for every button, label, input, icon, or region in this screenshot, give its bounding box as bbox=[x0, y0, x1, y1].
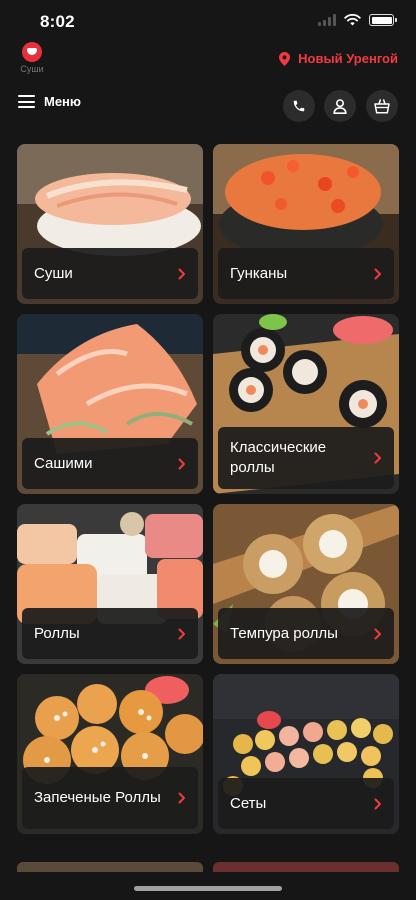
city-selector[interactable]: Новый Уренгой bbox=[279, 51, 398, 66]
category-label: Классические роллы bbox=[230, 439, 327, 476]
chevron-right-icon bbox=[178, 268, 185, 279]
category-card-rolls[interactable]: Роллы bbox=[17, 504, 203, 664]
status-icons bbox=[318, 14, 397, 26]
phone-icon bbox=[293, 100, 305, 112]
category-label-box: Темпура роллы bbox=[218, 608, 394, 659]
category-grid: Суши Гунканы Сашими Классические роллы Р… bbox=[17, 144, 399, 834]
category-label-box: Роллы bbox=[22, 608, 198, 659]
category-card-tempura-rolls[interactable]: Темпура роллы bbox=[213, 504, 399, 664]
menu-label: Меню bbox=[44, 94, 82, 109]
city-name: Новый Уренгой bbox=[298, 51, 398, 66]
basket-icon bbox=[374, 98, 390, 114]
map-pin-icon bbox=[279, 51, 291, 66]
category-label-box: Суши bbox=[22, 248, 198, 299]
category-label-box: Сашими bbox=[22, 438, 198, 489]
cellular-signal-icon bbox=[318, 14, 336, 26]
next-row-peek bbox=[17, 862, 399, 872]
category-label-box: Запеченые Роллы bbox=[22, 767, 198, 829]
chevron-right-icon bbox=[178, 628, 185, 639]
app-logo[interactable]: Суши bbox=[16, 42, 48, 74]
logo-text: Суши bbox=[20, 64, 44, 74]
category-label: Запеченые Роллы bbox=[34, 789, 161, 806]
category-label: Роллы bbox=[34, 624, 80, 642]
category-card-sets[interactable]: Сеты bbox=[213, 674, 399, 834]
category-label: Темпура роллы bbox=[230, 624, 338, 642]
chevron-right-icon bbox=[178, 458, 185, 469]
status-time: 8:02 bbox=[40, 12, 75, 31]
category-label: Сашими bbox=[34, 454, 93, 472]
user-icon bbox=[333, 98, 347, 114]
category-card-sashimi[interactable]: Сашими bbox=[17, 314, 203, 494]
logo-icon bbox=[22, 42, 42, 62]
phone-button[interactable] bbox=[283, 90, 315, 122]
category-card-classic-rolls[interactable]: Классические роллы bbox=[213, 314, 399, 494]
menu-button[interactable]: Меню bbox=[18, 94, 81, 109]
home-indicator[interactable] bbox=[134, 886, 282, 891]
category-card-baked-rolls[interactable]: Запеченые Роллы bbox=[17, 674, 203, 834]
category-label: Сеты bbox=[230, 794, 267, 812]
hamburger-icon bbox=[18, 95, 35, 108]
category-label-box: Гунканы bbox=[218, 248, 394, 299]
category-card-sushi[interactable]: Суши bbox=[17, 144, 203, 304]
battery-icon bbox=[369, 14, 397, 26]
chevron-right-icon bbox=[374, 268, 381, 279]
cart-button[interactable] bbox=[366, 90, 398, 122]
category-label: Гунканы bbox=[230, 264, 288, 282]
chevron-right-icon bbox=[374, 628, 381, 639]
category-label-box: Сеты bbox=[218, 778, 394, 829]
category-card-gunkan[interactable]: Гунканы bbox=[213, 144, 399, 304]
chevron-right-icon bbox=[374, 798, 381, 809]
category-label-box: Классические роллы bbox=[218, 427, 394, 489]
category-label: Суши bbox=[34, 264, 73, 282]
chevron-right-icon bbox=[178, 792, 185, 804]
chevron-right-icon bbox=[374, 452, 381, 464]
status-bar: 8:02 bbox=[0, 0, 416, 44]
profile-button[interactable] bbox=[324, 90, 356, 122]
wifi-icon bbox=[344, 14, 361, 26]
